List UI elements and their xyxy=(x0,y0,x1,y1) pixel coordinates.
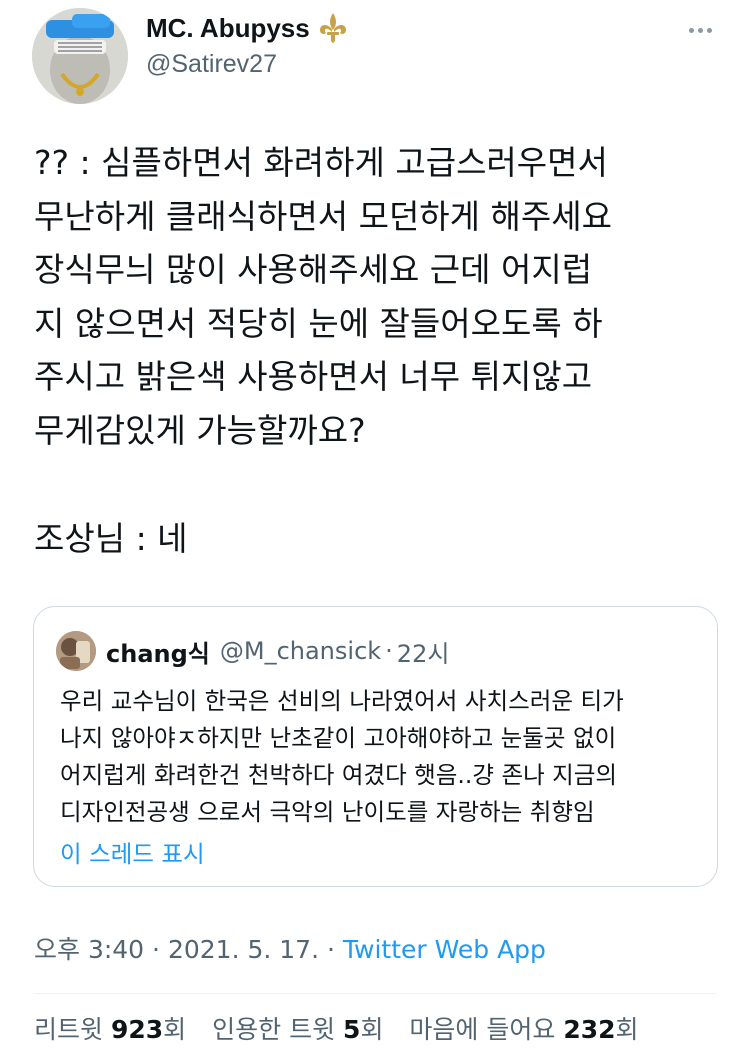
tweet-stats: 리트윗 923회 인용한 트윗 5회 마음에 들어요 232회 xyxy=(34,1010,657,1046)
likes-stat[interactable]: 마음에 들어요 232회 xyxy=(409,1015,638,1044)
quotes-label: 인용한 트윗 xyxy=(212,1015,336,1044)
retweets-label: 리트윗 xyxy=(34,1015,104,1044)
tweet-text: ?? : 심플하면서 화려하게 고급스러우면서 무난하게 클래식하면서 모던하게… xyxy=(34,136,734,457)
quoted-text-line: 디자인전공생 으로서 극악의 난이도를 자랑하는 취향임 xyxy=(60,798,595,826)
quotes-count: 5 xyxy=(343,1015,361,1044)
more-options-button[interactable] xyxy=(680,18,720,42)
tweet-text-line: 지 않으면서 적당히 눈에 잘들어오도록 하 xyxy=(34,303,603,343)
meta-separator: · xyxy=(152,935,168,964)
tweet-text-line: 장식무늬 많이 사용해주세요 근데 어지럽 xyxy=(34,250,593,289)
tweet-time[interactable]: 오후 3:40 xyxy=(34,935,144,964)
tweet-text-line: ?? : 심플하면서 화려하게 고급스러우면서 xyxy=(34,143,608,182)
more-dot-icon xyxy=(706,27,712,33)
tweet-date[interactable]: 2021. 5. 17. xyxy=(168,935,319,964)
quoted-tweet-card[interactable]: chang식 @M_chansick · 22시 우리 교수님이 한국은 선비의… xyxy=(33,606,718,887)
tweet-detail: MC. Abupyss @Satirev27 ?? : 심플하면서 화려하게 고… xyxy=(0,0,750,1049)
quoted-separator: · xyxy=(385,637,393,665)
show-thread-link[interactable]: 이 스레드 표시 xyxy=(60,835,205,869)
more-dot-icon xyxy=(688,27,694,33)
tweet-text-line: 무게감있게 가능할까요? xyxy=(34,410,366,450)
tweet-source-link[interactable]: Twitter Web App xyxy=(343,935,546,964)
tweet-reply-line: 조상님 : 네 xyxy=(34,519,188,558)
tweet-text-line: 무난하게 클래식하면서 모던하게 해주세요 xyxy=(34,196,612,236)
likes-label: 마음에 들어요 xyxy=(409,1015,556,1044)
retweets-stat[interactable]: 리트윗 923회 xyxy=(34,1015,186,1044)
author-display-name[interactable]: MC. Abupyss xyxy=(146,13,310,44)
likes-count: 232 xyxy=(563,1015,616,1044)
author-handle[interactable]: @Satirev27 xyxy=(146,50,277,79)
author-name-row: MC. Abupyss xyxy=(146,12,348,44)
tweet-meta: 오후 3:40 · 2021. 5. 17. · Twitter Web App xyxy=(34,930,546,966)
divider xyxy=(34,993,716,994)
quote-tweets-stat[interactable]: 인용한 트윗 5회 xyxy=(212,1015,383,1044)
quoted-timestamp[interactable]: 22시 xyxy=(397,634,450,669)
quoted-author-handle[interactable]: @M_chansick xyxy=(220,637,381,665)
more-dot-icon xyxy=(697,27,703,33)
meta-separator: · xyxy=(326,935,343,964)
fleur-de-lis-icon xyxy=(318,12,348,44)
author-avatar[interactable] xyxy=(32,8,128,104)
quoted-author-avatar[interactable] xyxy=(56,631,96,671)
quoted-author-name[interactable]: chang식 xyxy=(106,634,210,669)
retweets-count: 923 xyxy=(110,1015,164,1044)
likes-unit: 회 xyxy=(615,1015,639,1044)
quoted-tweet-header: chang식 @M_chansick · 22시 xyxy=(56,631,449,671)
quoted-tweet-text: 우리 교수님이 한국은 선비의 나라였어서 사치스러운 티가 나지 않아야ㅈ하지… xyxy=(60,683,710,831)
tweet-text-line: 주시고 밝은색 사용하면서 너무 튀지않고 xyxy=(34,357,593,396)
quoted-text-line: 어지럽게 화려한건 천박하다 여겼다 햇음..걍 존나 지금의 xyxy=(60,761,618,789)
quoted-text-line: 우리 교수님이 한국은 선비의 나라였어서 사치스러운 티가 xyxy=(60,687,624,715)
retweets-unit: 회 xyxy=(163,1015,187,1044)
quoted-text-line: 나지 않아야ㅈ하지만 난초같이 고아해야하고 눈둘곳 없이 xyxy=(60,724,617,752)
quotes-unit: 회 xyxy=(360,1015,384,1044)
